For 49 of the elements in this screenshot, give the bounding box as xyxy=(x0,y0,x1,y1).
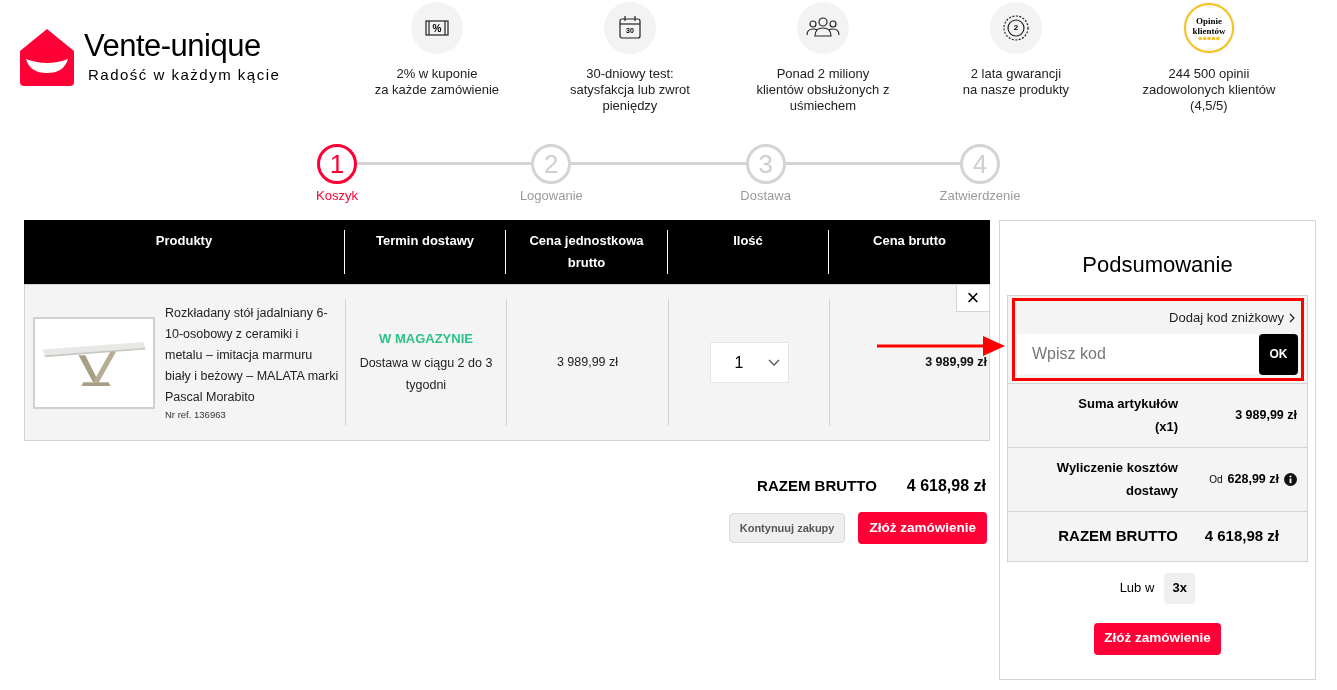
place-order-button[interactable]: Złóż zamówienie xyxy=(858,512,987,544)
stock-status: W MAGAZYNIE xyxy=(379,329,473,348)
product-ref: Nr ref. 136963 xyxy=(165,407,227,422)
place-order-button[interactable]: Złóż zamówienie xyxy=(1094,622,1221,655)
summary-label: RAZEM BRUTTO xyxy=(1057,525,1178,546)
quantity-select[interactable]: 1 xyxy=(709,342,789,383)
feature-text: 30-dniowy test: satysfakcja lub zwrot pieniędzy xyxy=(569,66,690,114)
unit-price: 3 989,99 zł xyxy=(556,354,619,372)
product-name[interactable]: Rozkładany stół jadalniany 6-10-osobowy z ceramiki i metalu – imitacja marmuru biały i beżowy – MALATA marki Pascal Morabito xyxy=(165,302,339,408)
stars-icon xyxy=(1197,35,1220,41)
feature-text: 2 lata gwarancji na nasze produkty xyxy=(962,66,1069,98)
summary-value: 628,99 zł xyxy=(1227,470,1279,488)
feature-text: Ponad 2 miliony klientów obsłużonych z uśmiechem xyxy=(756,66,890,114)
discount-code-link[interactable]: Dodaj kod zniżkowy xyxy=(1169,308,1284,328)
reviews-badge: Opinie klientów xyxy=(1183,3,1234,53)
logo-tagline: Radość w każdym kącie xyxy=(87,65,281,85)
column-header: Cena jednostkowa brutto xyxy=(528,232,645,272)
installments-option[interactable]: 3x xyxy=(1164,572,1196,604)
summary-title: Podsumowanie xyxy=(1082,251,1233,279)
step-label[interactable]: Koszyk xyxy=(316,186,358,206)
continue-shopping-button[interactable]: Kontynuuj zakupy xyxy=(728,513,846,543)
column-header: Cena brutto xyxy=(872,232,947,250)
feature-text: 244 500 opinii zadowolonych klientów (4,5/5) xyxy=(1142,66,1276,114)
step-label[interactable]: Dostawa xyxy=(740,186,791,206)
chevron-down-icon xyxy=(767,358,780,367)
column-header: Produkty xyxy=(154,232,214,250)
chevron-right-icon xyxy=(1289,312,1295,323)
summary-value: 3 989,99 zł xyxy=(1235,406,1297,424)
summary-label: Suma artykułów (x1) xyxy=(1077,395,1178,436)
feature-text: 2% w kuponie za każde zamówienie xyxy=(374,66,500,98)
total-value: 4 618,98 zł xyxy=(906,476,986,496)
logo-icon xyxy=(20,28,74,86)
apply-code-button[interactable]: OK xyxy=(1259,333,1298,375)
installments-label: Lub w xyxy=(1119,579,1155,598)
logo-name: Vente-unique xyxy=(84,28,262,64)
column-header: Ilość xyxy=(732,232,764,250)
summary-value: 4 618,98 zł xyxy=(1204,525,1280,546)
total-label: RAZEM BRUTTO xyxy=(757,475,877,496)
seal-icon: 2 xyxy=(1000,13,1031,43)
delivery-time: Dostawa w ciągu 2 do 3 tygodni xyxy=(358,355,494,395)
remove-button[interactable]: × xyxy=(956,284,990,312)
column-header: Termin dostawy xyxy=(375,232,475,250)
discount-code-input[interactable]: Wpisz kod xyxy=(1017,333,1259,374)
shipping-prefix: Od xyxy=(1209,472,1223,487)
summary-label: Wyliczenie kosztów dostawy xyxy=(1055,459,1178,500)
info-icon[interactable] xyxy=(1284,472,1297,486)
line-total: 3 989,99 zł xyxy=(925,354,987,372)
step-label[interactable]: Zatwierdzenie xyxy=(939,186,1021,206)
step-label[interactable]: Logowanie xyxy=(519,186,583,206)
